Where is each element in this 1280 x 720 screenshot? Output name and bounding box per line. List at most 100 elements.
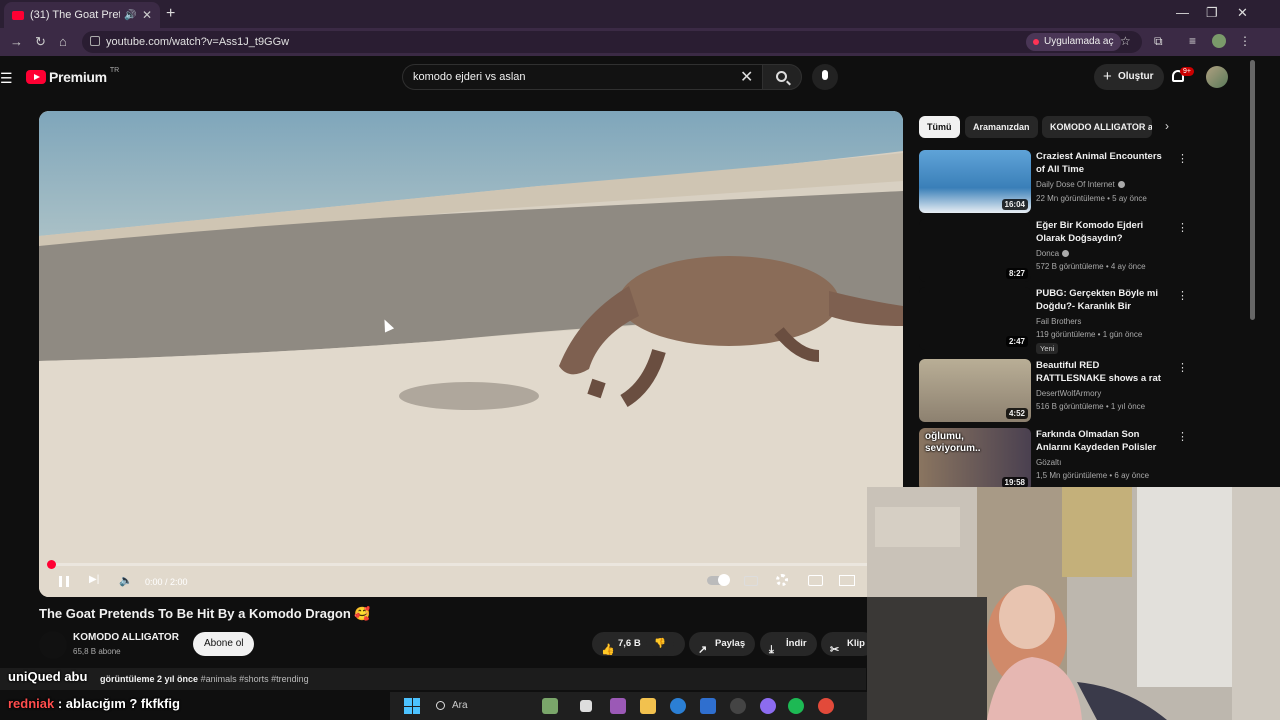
video-thumbnail[interactable]: 4:52 <box>919 359 1031 422</box>
download-label: İndir <box>786 638 807 649</box>
youtube-logo-icon <box>26 70 46 84</box>
share-button[interactable]: ↗ Paylaş <box>689 632 756 656</box>
copilot-icon[interactable] <box>610 698 626 714</box>
browser-profile-avatar[interactable] <box>1212 34 1226 48</box>
video-thumbnail[interactable]: oğlumu, seviyorum.. 19:58 <box>919 428 1031 491</box>
verified-icon <box>1062 250 1070 258</box>
pause-icon[interactable] <box>59 576 69 587</box>
task-view-icon[interactable] <box>580 700 592 712</box>
list-item[interactable]: 8:27 Eğer Bir Komodo Ejderi Olarak Doğsa… <box>919 219 1188 283</box>
download-button[interactable]: ⤓ İndir <box>760 632 817 656</box>
notification-count-badge: 9+ <box>1180 67 1194 76</box>
open-in-app-button[interactable]: Uygulamada aç <box>1026 33 1122 51</box>
rec-channel[interactable]: Fail Brothers <box>1036 317 1081 326</box>
progress-bar[interactable] <box>51 563 891 566</box>
next-video-icon[interactable]: ▶| <box>89 574 99 585</box>
scrubber-handle[interactable] <box>47 560 56 569</box>
youtube-premium-logo[interactable]: Premium TR <box>26 67 119 85</box>
chip-channel[interactable]: KOMODO ALLIGATOR ad <box>1042 116 1152 138</box>
rec-title[interactable]: PUBG: Gerçekten Böyle mi Doğdu?- Karanlı… <box>1036 287 1168 314</box>
taskbar-search[interactable]: Ara <box>432 697 552 715</box>
browser-tab-active[interactable]: (31) The Goat Pretends To B 🔊 ✕ <box>4 2 160 28</box>
chat-overlay-line-1: uniQued abu <box>8 669 88 684</box>
url-text: youtube.com/watch?v=Ass1J_t9GGw <box>106 36 290 48</box>
chrome-icon[interactable] <box>818 698 834 714</box>
settings-gear-icon[interactable] <box>776 574 788 586</box>
channel-avatar[interactable] <box>39 631 67 659</box>
dislike-button[interactable]: 👎 <box>646 632 674 656</box>
channel-name[interactable]: KOMODO ALLIGATOR <box>73 632 179 643</box>
verified-icon <box>1117 181 1125 189</box>
volume-icon[interactable]: 🔈 <box>119 574 133 587</box>
maximize-icon[interactable]: ❐ <box>1206 5 1218 21</box>
obs-icon[interactable] <box>730 698 746 714</box>
more-options-icon[interactable]: ⋮ <box>1177 430 1188 443</box>
widgets-icon[interactable] <box>542 698 558 714</box>
rec-channel[interactable]: Donca <box>1036 249 1070 258</box>
autoplay-toggle[interactable] <box>707 574 730 586</box>
captions-icon[interactable] <box>744 576 758 586</box>
video-player[interactable]: ▶| 🔈 0:00 / 2:00 <box>39 111 903 597</box>
rec-channel[interactable]: DesertWolfArmory <box>1036 389 1101 398</box>
speaker-icon[interactable]: 🔊 <box>124 10 136 21</box>
theater-mode-icon[interactable] <box>839 575 855 586</box>
url-field[interactable]: youtube.com/watch?v=Ass1J_t9GGw <box>82 31 1142 53</box>
rec-title[interactable]: Eğer Bir Komodo Ejderi Olarak Doğsaydın? <box>1036 219 1168 245</box>
reload-icon[interactable]: ↻ <box>35 34 46 50</box>
video-thumbnail[interactable]: 8:27 <box>919 219 1031 282</box>
rec-title[interactable]: Beautiful RED RATTLESNAKE shows a rat wh… <box>1036 359 1168 386</box>
description-box[interactable]: görüntüleme 2 yıl önce #animals #shorts … <box>0 668 866 690</box>
media-controls-icon[interactable]: ≡ <box>1189 34 1196 48</box>
home-icon[interactable]: ⌂ <box>59 34 67 49</box>
subscriber-count: 65,8 B abone <box>73 647 121 656</box>
minimize-icon[interactable]: — <box>1176 5 1189 20</box>
video-title: The Goat Pretends To Be Hit By a Komodo … <box>39 606 371 621</box>
more-options-icon[interactable]: ⋮ <box>1177 221 1188 234</box>
search-button[interactable] <box>762 64 802 90</box>
more-options-icon[interactable]: ⋮ <box>1177 289 1188 302</box>
miniplayer-icon[interactable] <box>808 575 823 586</box>
create-button[interactable]: Oluştur <box>1094 64 1164 90</box>
browser-menu-icon[interactable]: ⋮ <box>1239 34 1251 48</box>
rec-channel[interactable]: Gözaltı <box>1036 458 1061 467</box>
rec-title[interactable]: Farkında Olmadan Son Anlarını Kaydeden P… <box>1036 428 1168 454</box>
edge-icon[interactable] <box>670 698 686 714</box>
file-explorer-icon[interactable] <box>640 698 656 714</box>
new-tab-icon[interactable]: + <box>166 5 175 23</box>
hamburger-menu-icon[interactable]: ☰ <box>0 70 13 87</box>
video-thumbnail[interactable]: 2:47 <box>919 287 1031 350</box>
spotify-icon[interactable] <box>788 698 804 714</box>
site-info-icon[interactable] <box>90 36 100 46</box>
rec-title[interactable]: Craziest Animal Encounters of All Time <box>1036 150 1168 176</box>
list-item[interactable]: 4:52 Beautiful RED RATTLESNAKE shows a r… <box>919 359 1188 423</box>
list-item[interactable]: 2:47 PUBG: Gerçekten Böyle mi Doğdu?- Ka… <box>919 287 1188 354</box>
forward-icon[interactable]: → <box>10 34 23 49</box>
page-scrollbar[interactable] <box>1250 60 1255 320</box>
extensions-icon[interactable]: ⧉ <box>1154 34 1163 49</box>
chip-all[interactable]: Tümü <box>919 116 960 138</box>
search-input[interactable]: komodo ejderi vs aslan <box>402 64 762 90</box>
user-avatar[interactable] <box>1206 66 1228 88</box>
discord-icon[interactable] <box>760 698 776 714</box>
desc-hashtags[interactable]: #animals #shorts #trending <box>201 674 309 684</box>
video-thumbnail[interactable]: 16:04 <box>919 150 1031 213</box>
list-item[interactable]: oğlumu, seviyorum.. 19:58 Farkında Olmad… <box>919 428 1188 492</box>
clear-search-icon[interactable]: ✕ <box>740 67 753 87</box>
windows-start-icon[interactable] <box>404 698 420 714</box>
more-options-icon[interactable]: ⋮ <box>1177 152 1188 165</box>
voice-search-icon[interactable] <box>812 64 838 90</box>
list-item[interactable]: 16:04 Craziest Animal Encounters of All … <box>919 150 1188 214</box>
subscribe-button[interactable]: Abone ol <box>193 632 255 656</box>
close-tab-icon[interactable]: ✕ <box>142 8 152 22</box>
close-window-icon[interactable]: ✕ <box>1237 5 1248 21</box>
webcam-overlay <box>867 487 1280 720</box>
rec-channel[interactable]: Daily Dose Of Internet <box>1036 180 1125 189</box>
chip-from-search[interactable]: Aramanızdan <box>965 116 1038 138</box>
share-icon: ↗ <box>698 644 708 656</box>
video-frame-komodo-dragon <box>39 111 903 597</box>
bookmark-star-icon[interactable]: ☆ <box>1120 34 1131 48</box>
more-options-icon[interactable]: ⋮ <box>1177 361 1188 374</box>
download-icon: ⤓ <box>769 644 774 656</box>
chevron-right-icon[interactable]: › <box>1165 119 1169 133</box>
store-icon[interactable] <box>700 698 716 714</box>
